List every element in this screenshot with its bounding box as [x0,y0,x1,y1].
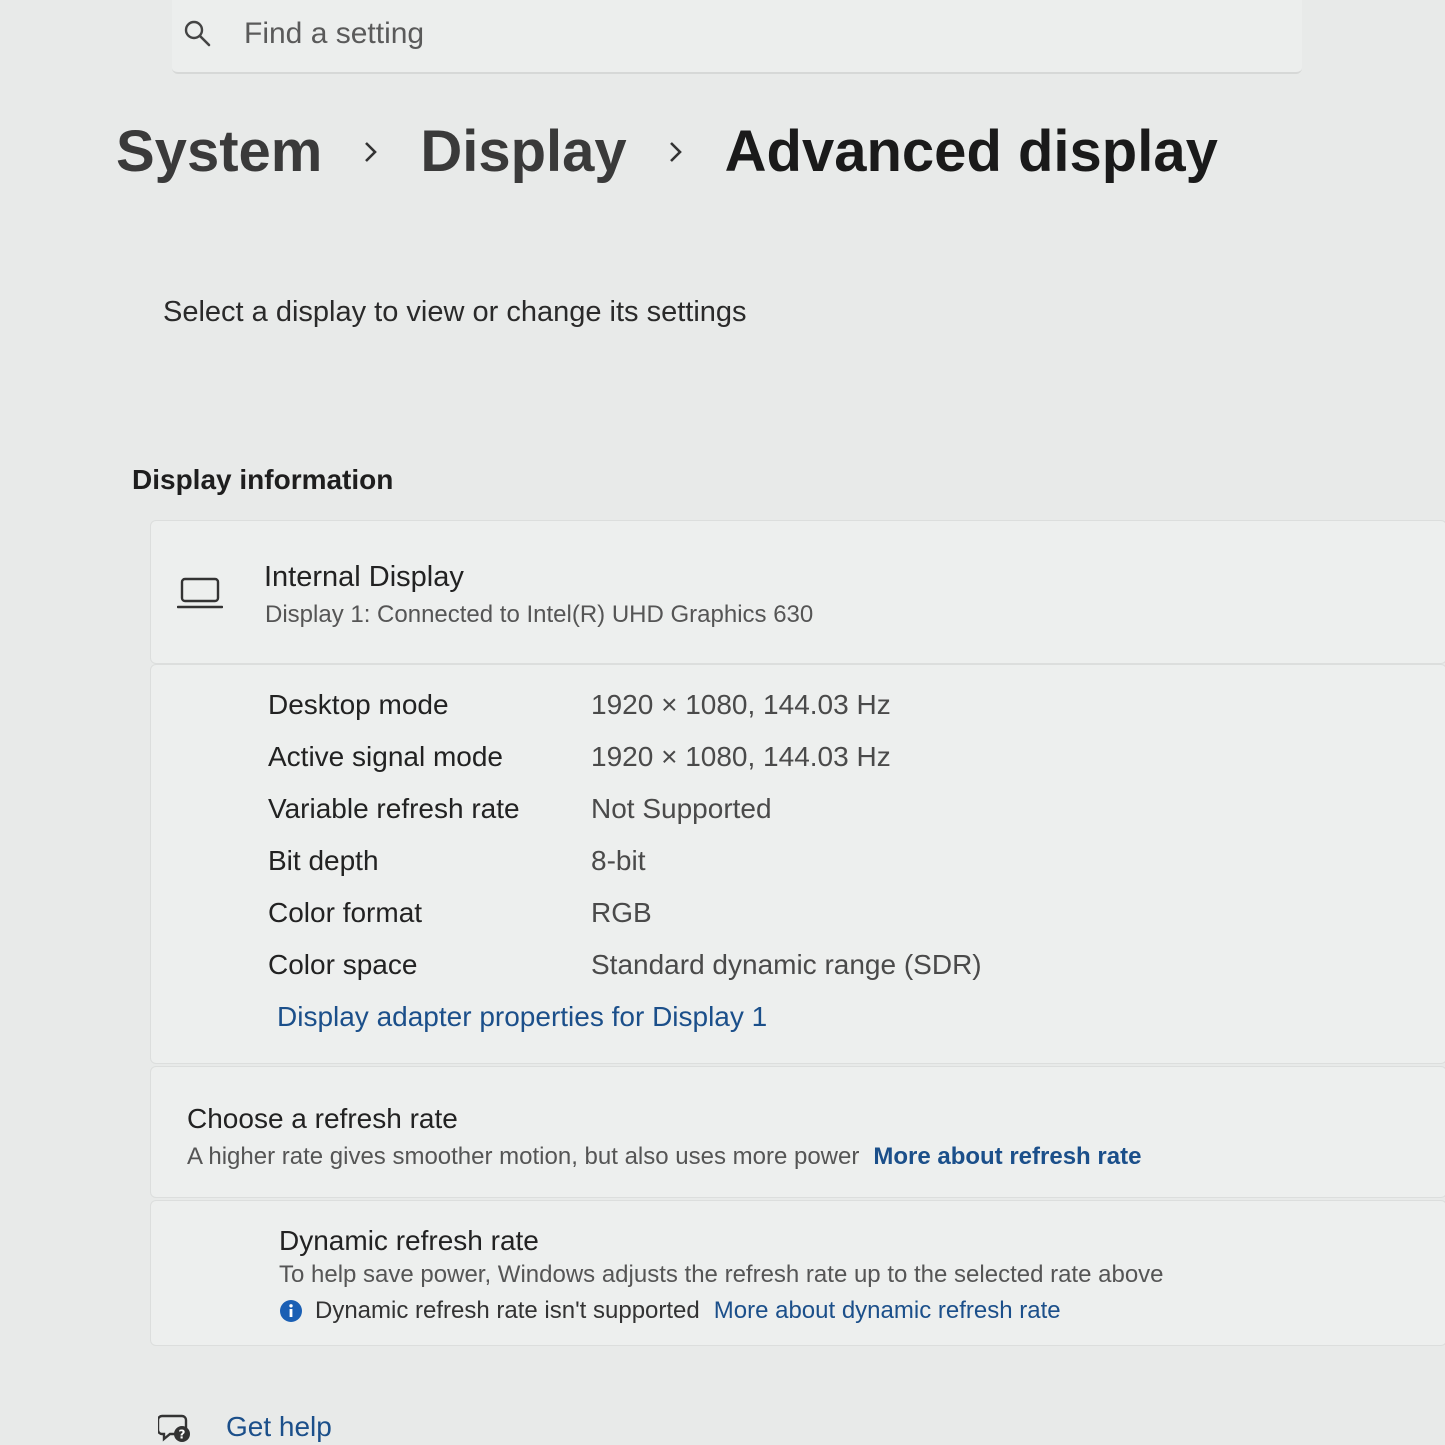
display-info-card: Desktop mode 1920 × 1080, 144.03 Hz Acti… [150,664,1445,1064]
info-label: Active signal mode [268,741,504,772]
info-value: RGB [591,897,652,928]
refresh-rate-card[interactable]: Choose a refresh rate A higher rate give… [150,1066,1445,1198]
breadcrumb-system[interactable]: System [116,118,322,185]
dynamic-refresh-not-supported-text: Dynamic refresh rate isn't supported [315,1297,700,1324]
refresh-rate-description-text: A higher rate gives smoother motion, but… [187,1143,860,1170]
search-box[interactable] [172,0,1302,74]
search-input[interactable] [244,14,1144,54]
dynamic-refresh-rate-description: To help save power, Windows adjusts the … [279,1261,1164,1288]
dynamic-refresh-rate-title: Dynamic refresh rate [279,1225,539,1256]
laptop-icon [177,577,223,609]
info-value: 1920 × 1080, 144.03 Hz [591,741,891,772]
get-help-label[interactable]: Get help [226,1411,332,1443]
page-title: Advanced display [724,119,1218,184]
section-title-display-information: Display information [132,464,394,495]
info-label: Color format [268,897,423,928]
search-icon [184,20,211,47]
get-help-link[interactable]: ? Get help [158,1410,332,1444]
display-header-card: Internal Display Display 1: Connected to… [150,520,1445,664]
refresh-rate-title: Choose a refresh rate [187,1103,458,1134]
chevron-right-icon [669,141,682,162]
help-chat-icon: ? [158,1414,190,1442]
dynamic-refresh-rate-note: Dynamic refresh rate isn't supported Mor… [279,1297,1061,1325]
display-adapter-properties-link[interactable]: Display adapter properties for Display 1 [277,1001,767,1033]
breadcrumb: System Display Advanced display [116,118,1218,185]
info-label: Bit depth [268,845,379,876]
svg-text:?: ? [179,1428,186,1442]
info-label: Desktop mode [268,689,449,720]
info-icon [280,1300,302,1322]
breadcrumb-display[interactable]: Display [420,118,626,185]
refresh-rate-description: A higher rate gives smoother motion, but… [187,1143,1141,1171]
select-display-hint: Select a display to view or change its s… [163,296,747,328]
info-value: Not Supported [591,793,772,824]
more-about-dynamic-refresh-rate-link[interactable]: More about dynamic refresh rate [714,1297,1061,1325]
chevron-right-icon [365,141,378,162]
info-label: Variable refresh rate [268,793,520,824]
info-value: 1920 × 1080, 144.03 Hz [591,689,891,720]
info-label: Color space [268,949,418,980]
advanced-display-page: System Display Advanced display Select a… [0,0,1445,1445]
display-name: Internal Display [264,561,464,593]
info-value: 8-bit [591,845,646,876]
info-value: Standard dynamic range (SDR) [591,949,982,980]
more-about-refresh-rate-link[interactable]: More about refresh rate [873,1143,1141,1170]
display-connection: Display 1: Connected to Intel(R) UHD Gra… [265,601,814,628]
dynamic-refresh-rate-card: Dynamic refresh rate To help save power,… [150,1200,1445,1346]
